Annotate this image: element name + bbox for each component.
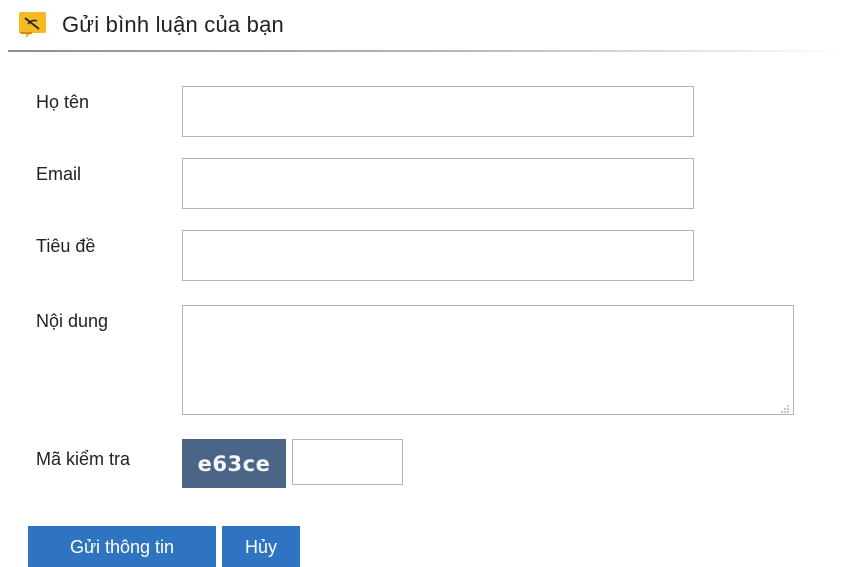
content-textarea[interactable] — [183, 306, 793, 414]
submit-button[interactable]: Gửi thông tin — [28, 526, 216, 567]
content-field-wrapper — [182, 305, 794, 415]
comment-pen-icon — [18, 10, 48, 40]
email-field-wrapper — [182, 158, 694, 209]
name-field[interactable] — [183, 87, 693, 136]
subject-field[interactable] — [183, 231, 693, 280]
cancel-button[interactable]: Hủy — [222, 526, 300, 567]
name-field-wrapper — [182, 86, 694, 137]
captcha-label: Mã kiểm tra — [36, 449, 131, 469]
email-label: Email — [36, 164, 82, 184]
page-title: Gửi bình luận của bạn — [62, 12, 284, 37]
header-divider — [8, 50, 849, 52]
captcha-field-wrapper — [292, 439, 403, 485]
content-label: Nội dung — [36, 311, 109, 331]
captcha-input[interactable] — [293, 440, 402, 484]
captcha-image: e63ce — [182, 439, 286, 488]
resize-grip-icon[interactable] — [780, 401, 790, 413]
name-label: Họ tên — [36, 92, 90, 112]
subject-label: Tiêu đề — [36, 236, 96, 256]
email-field[interactable] — [183, 159, 693, 208]
comment-form-page: Gửi bình luận của bạn Họ tên Email Tiêu … — [0, 0, 849, 567]
section-header: Gửi bình luận của bạn — [18, 8, 284, 42]
subject-field-wrapper — [182, 230, 694, 281]
